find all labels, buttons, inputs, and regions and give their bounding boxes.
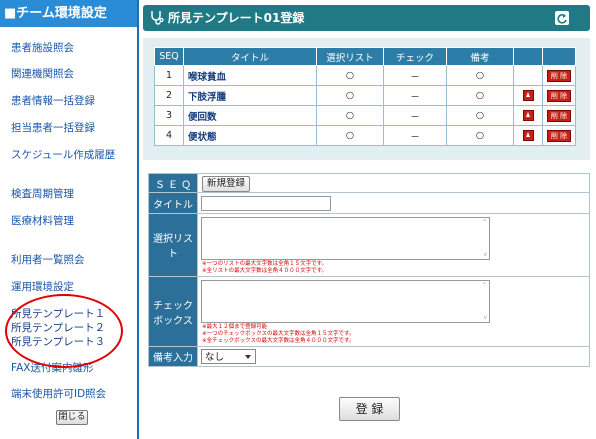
row-seq: 2: [154, 85, 184, 106]
row-delete-cell: 削 除: [542, 65, 576, 86]
sidebar-item-exam-cycle[interactable]: 検査周期管理: [11, 186, 74, 201]
table-row: 4 便状態 ○ － ○ 削 除: [154, 125, 576, 146]
row-select: ○: [316, 85, 384, 106]
row-title-link[interactable]: 便状態: [183, 125, 317, 146]
row-delete-cell: 削 除: [542, 125, 576, 146]
register-button[interactable]: 登 録: [339, 397, 400, 421]
remark-label: 備考入力: [148, 346, 198, 367]
row-remarks: ○: [446, 85, 514, 106]
refresh-icon[interactable]: [555, 11, 569, 25]
sidebar-item-patient-facility[interactable]: 患者施設照会: [11, 40, 74, 55]
move-up-icon[interactable]: [522, 90, 534, 101]
delete-button[interactable]: 削 除: [546, 109, 572, 122]
template-list-panel: SEQ タイトル 選択リスト チェック 備考 1 喉球貧血 ○ － ○ 削 除 …: [143, 38, 590, 160]
title-input[interactable]: [201, 196, 331, 211]
row-check: －: [383, 85, 447, 106]
select-list-cell: ^ v ※一つのリストの最大文字数は全角１５文字です。 ※全リストの最大文字数は全…: [197, 213, 590, 277]
select-list-label: 選択リスト: [148, 213, 198, 277]
sidebar-item-assigned-patient-bulk[interactable]: 担当患者一括登録: [11, 120, 95, 135]
title-bar: 所見テンプレート01登録: [143, 5, 590, 31]
seq-label: Ｓ Ｅ Ｑ: [148, 173, 198, 193]
check-note-2: ※一つのチェックボックスの最大文字数は全角１５文字です。: [202, 331, 355, 337]
template-table: SEQ タイトル 選択リスト チェック 備考 1 喉球貧血 ○ － ○ 削 除 …: [154, 47, 576, 146]
move-up-icon[interactable]: [522, 110, 534, 121]
stethoscope-icon: [151, 11, 164, 25]
row-remarks: ○: [446, 105, 514, 126]
sidebar-item-medical-material[interactable]: 医療材料管理: [11, 213, 74, 228]
checkbox-label-line2: ボックス: [153, 315, 193, 327]
select-list-textarea[interactable]: ^ v: [201, 217, 490, 260]
checkbox-label-line1: チェック: [153, 300, 193, 312]
title-cell: [197, 192, 590, 214]
checkbox-label: チェック ボックス: [148, 276, 198, 347]
delete-button[interactable]: 削 除: [546, 129, 572, 142]
sidebar-item-schedule-history[interactable]: スケジュール作成履歴: [11, 147, 115, 162]
close-button[interactable]: 閉じる: [56, 410, 88, 425]
select-note-1: ※一つのリストの最大文字数は全角１５文字です。: [202, 261, 328, 267]
col-remarks: 備考: [446, 47, 514, 66]
row-delete-cell: 削 除: [542, 105, 576, 126]
page-title: 所見テンプレート01登録: [168, 11, 305, 25]
sidebar-item-terminal-permission[interactable]: 端末使用許可ID照会: [11, 386, 106, 401]
row-check: －: [383, 65, 447, 86]
row-remarks: ○: [446, 125, 514, 146]
sidebar: ■チーム環境設定 患者施設照会 関連機関照会 患者情報一括登録 担当患者一括登録…: [0, 0, 139, 439]
remark-select[interactable]: なし: [201, 349, 256, 364]
sidebar-item-user-list[interactable]: 利用者一覧照会: [11, 252, 85, 267]
col-delete: [542, 47, 576, 66]
new-register-button[interactable]: 新規登録: [202, 176, 251, 192]
row-check: －: [383, 105, 447, 126]
row-title-link[interactable]: 便回数: [183, 105, 317, 126]
col-title: タイトル: [183, 47, 317, 66]
col-seq: SEQ: [154, 47, 184, 66]
move-up-icon[interactable]: [522, 130, 534, 141]
sidebar-item-template-1[interactable]: 所見テンプレート１: [11, 306, 105, 321]
row-select: ○: [316, 125, 384, 146]
row-select: ○: [316, 65, 384, 86]
row-seq: 3: [154, 105, 184, 126]
sidebar-item-related-institution[interactable]: 関連機関照会: [11, 66, 74, 81]
delete-button[interactable]: 削 除: [546, 89, 572, 102]
template-form: Ｓ Ｅ Ｑ 新規登録 タイトル 選択リスト ^ v ※一つのリストの最大文字数は全…: [148, 173, 590, 367]
check-note-3: ※全チェックボックスの最大文字数は全角４０００文字です。: [202, 338, 355, 344]
row-move-cell: [513, 105, 543, 126]
row-move-cell: [513, 65, 543, 86]
row-select: ○: [316, 105, 384, 126]
title-label: タイトル: [148, 192, 198, 214]
table-row: 2 下肢浮腫 ○ － ○ 削 除: [154, 85, 576, 106]
checkbox-cell: ^ v ※最大１２個まで登録可能 ※一つのチェックボックスの最大文字数は全角１５文…: [197, 276, 590, 347]
col-check: チェック: [383, 47, 447, 66]
row-check: －: [383, 125, 447, 146]
check-note-1: ※最大１２個まで登録可能: [202, 324, 268, 330]
sidebar-item-template-3[interactable]: 所見テンプレート３: [11, 334, 105, 349]
row-remarks: ○: [446, 65, 514, 86]
row-seq: 1: [154, 65, 184, 86]
delete-button[interactable]: 削 除: [546, 69, 572, 82]
sidebar-item-patient-bulk-register[interactable]: 患者情報一括登録: [11, 93, 95, 108]
sidebar-item-operation-settings[interactable]: 運用環境設定: [11, 279, 74, 294]
seq-cell: 新規登録: [197, 173, 590, 193]
table-row: 3 便回数 ○ － ○ 削 除: [154, 105, 576, 126]
row-title-link[interactable]: 下肢浮腫: [183, 85, 317, 106]
row-title-link[interactable]: 喉球貧血: [183, 65, 317, 86]
sidebar-item-fax-template[interactable]: FAX送付案内雛形: [11, 360, 93, 375]
sidebar-header: ■チーム環境設定: [0, 0, 137, 27]
row-move-cell: [513, 85, 543, 106]
remark-cell: なし: [197, 346, 590, 367]
checkbox-textarea[interactable]: ^ v: [201, 280, 490, 323]
row-delete-cell: 削 除: [542, 85, 576, 106]
row-seq: 4: [154, 125, 184, 146]
sidebar-item-template-2[interactable]: 所見テンプレート２: [11, 320, 105, 335]
col-select-list: 選択リスト: [316, 47, 384, 66]
col-move: [513, 47, 543, 66]
row-move-cell: [513, 125, 543, 146]
select-note-2: ※全リストの最大文字数は全角４０００文字です。: [202, 268, 328, 274]
table-row: 1 喉球貧血 ○ － ○ 削 除: [154, 65, 576, 86]
